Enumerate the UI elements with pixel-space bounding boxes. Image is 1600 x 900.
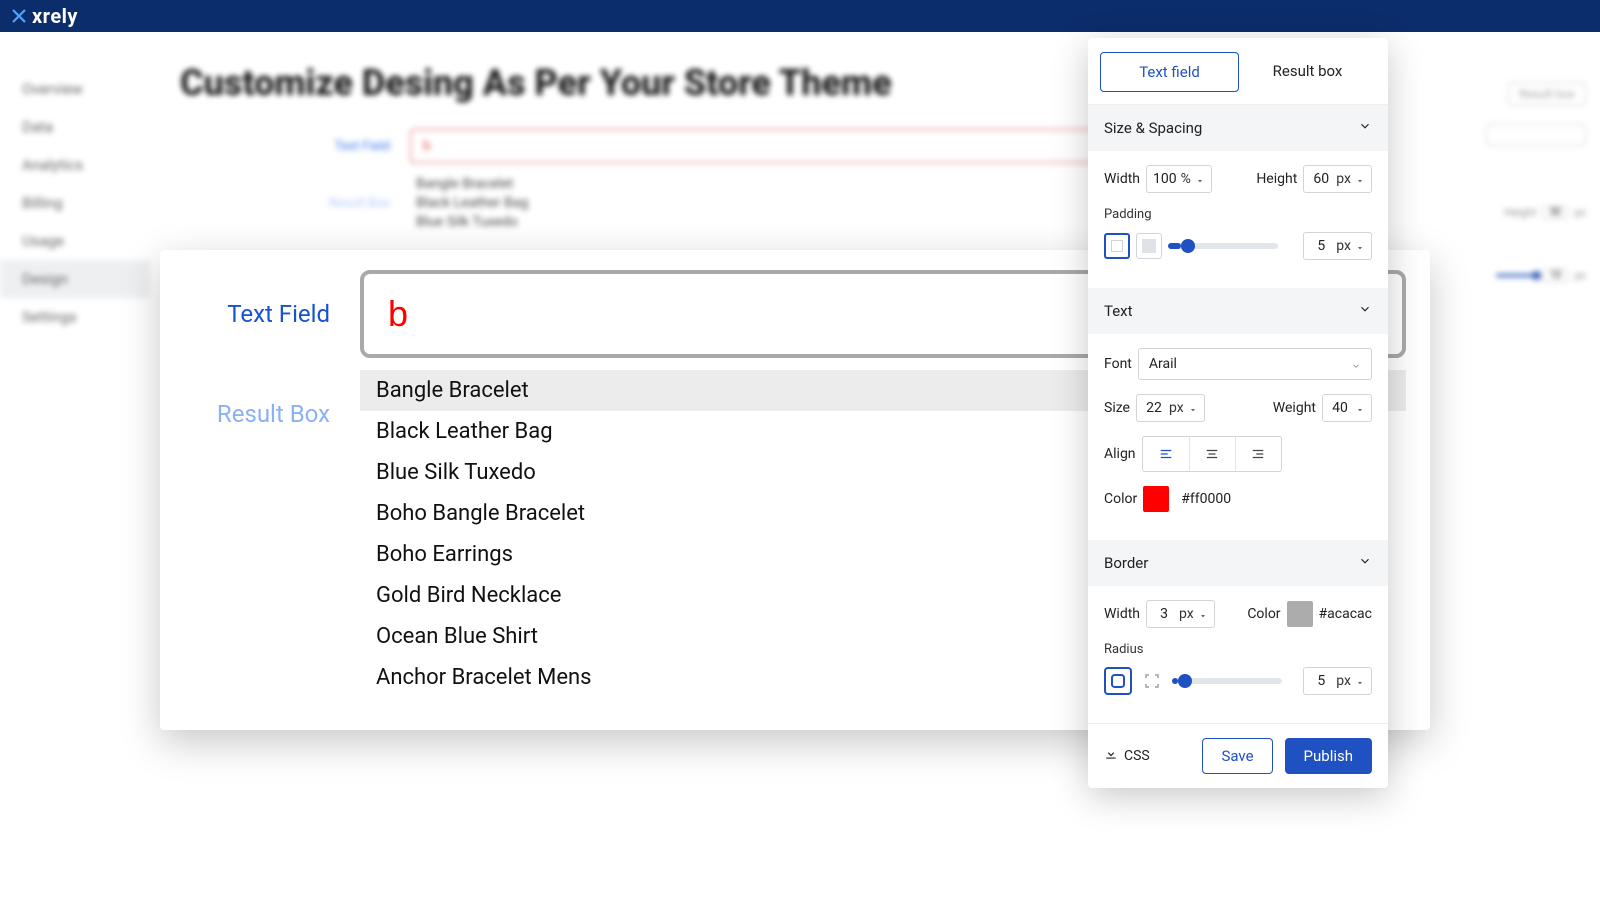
caret-down-icon	[1195, 174, 1205, 184]
height-input[interactable]: 60 px	[1303, 165, 1372, 193]
chevron-down-icon	[1358, 302, 1372, 320]
border-width-label: Width	[1104, 606, 1140, 622]
caret-down-icon	[1355, 241, 1365, 251]
back-label-textfield: Text Field	[280, 139, 390, 154]
section-text[interactable]: Text	[1088, 288, 1388, 334]
size-label: Size	[1104, 400, 1130, 416]
padding-mode-individual[interactable]	[1136, 233, 1162, 259]
panel-tabs: Text field Result box	[1088, 38, 1388, 105]
sidebar: Overview Data Analytics Billing Usage De…	[0, 52, 150, 354]
padding-slider[interactable]	[1168, 243, 1278, 249]
brand-text: xrely	[32, 4, 78, 28]
text-color-input[interactable]: #ff0000	[1175, 486, 1237, 512]
back-height-label: Height	[1504, 206, 1536, 219]
chevron-down-icon	[1358, 554, 1372, 572]
sidebar-item-usage[interactable]: Usage	[0, 222, 150, 260]
font-label: Font	[1104, 356, 1132, 372]
align-right-button[interactable]	[1235, 437, 1281, 471]
border-color-swatch[interactable]	[1287, 601, 1313, 627]
height-label: Height	[1256, 171, 1297, 187]
back-height-unit: px	[1574, 206, 1586, 219]
radius-mode-all[interactable]	[1104, 667, 1132, 695]
padding-input[interactable]: 5 px	[1303, 232, 1372, 260]
align-label: Align	[1104, 446, 1136, 462]
publish-button[interactable]: Publish	[1285, 738, 1372, 774]
text-color-swatch[interactable]	[1143, 486, 1169, 512]
top-bar: xrely	[0, 0, 1600, 32]
back-right-stub: Result box Height px px	[1446, 82, 1586, 282]
radius-slider[interactable]	[1172, 678, 1282, 684]
padding-label: Padding	[1104, 207, 1372, 222]
sidebar-item-analytics[interactable]: Analytics	[0, 146, 150, 184]
sidebar-item-billing[interactable]: Billing	[0, 184, 150, 222]
sidebar-item-overview[interactable]: Overview	[0, 70, 150, 108]
tab-text-field[interactable]: Text field	[1100, 52, 1239, 92]
caret-down-icon	[1355, 174, 1365, 184]
sidebar-item-data[interactable]: Data	[0, 108, 150, 146]
section-title: Border	[1104, 554, 1148, 572]
weight-input[interactable]: 40	[1322, 394, 1372, 422]
caret-down-icon	[1188, 403, 1198, 413]
caret-down-icon	[1198, 609, 1208, 619]
border-width-input[interactable]: 3 px	[1146, 600, 1215, 628]
tab-result-box[interactable]: Result box	[1239, 52, 1376, 92]
back-tab-resultbox: Result box	[1508, 82, 1586, 106]
back-pad-unit: px	[1574, 269, 1586, 282]
sidebar-item-settings[interactable]: Settings	[0, 298, 150, 336]
preview-label-resultbox: Result Box	[160, 370, 360, 428]
back-height-value	[1542, 206, 1568, 219]
download-css-button[interactable]: CSS	[1104, 747, 1150, 765]
border-color-value: #acacac	[1319, 606, 1372, 622]
radius-mode-individual[interactable]	[1138, 667, 1166, 695]
radius-input[interactable]: 5 px	[1303, 667, 1372, 695]
font-select[interactable]: Arail	[1138, 348, 1372, 380]
sidebar-item-design[interactable]: Design	[0, 260, 150, 298]
back-pad-value	[1542, 269, 1568, 282]
caret-down-icon	[1355, 403, 1365, 413]
section-border[interactable]: Border	[1088, 540, 1388, 586]
radius-label: Radius	[1104, 642, 1372, 657]
settings-panel: Text field Result box Size & Spacing Wid…	[1088, 38, 1388, 788]
save-button[interactable]: Save	[1202, 738, 1272, 774]
caret-down-icon	[1355, 676, 1365, 686]
chevron-down-icon	[1351, 359, 1361, 369]
padding-mode-all[interactable]	[1104, 233, 1130, 259]
width-input[interactable]: 100 %	[1146, 165, 1212, 193]
chevron-down-icon	[1358, 119, 1372, 137]
align-left-button[interactable]	[1143, 437, 1189, 471]
color-label: Color	[1104, 491, 1137, 507]
panel-footer: CSS Save Publish	[1088, 723, 1388, 788]
preview-label-textfield: Text Field	[160, 270, 360, 328]
section-title: Text	[1104, 302, 1133, 320]
download-icon	[1104, 747, 1118, 765]
back-label-resultbox: Result Box	[280, 196, 390, 211]
size-input[interactable]: 22 px	[1136, 394, 1205, 422]
border-color-label: Color	[1247, 606, 1280, 622]
section-title: Size & Spacing	[1104, 119, 1202, 137]
align-center-button[interactable]	[1189, 437, 1235, 471]
section-size-spacing[interactable]: Size & Spacing	[1088, 105, 1388, 151]
weight-label: Weight	[1273, 400, 1316, 416]
width-label: Width	[1104, 171, 1140, 187]
brand-logo: xrely	[10, 4, 78, 28]
